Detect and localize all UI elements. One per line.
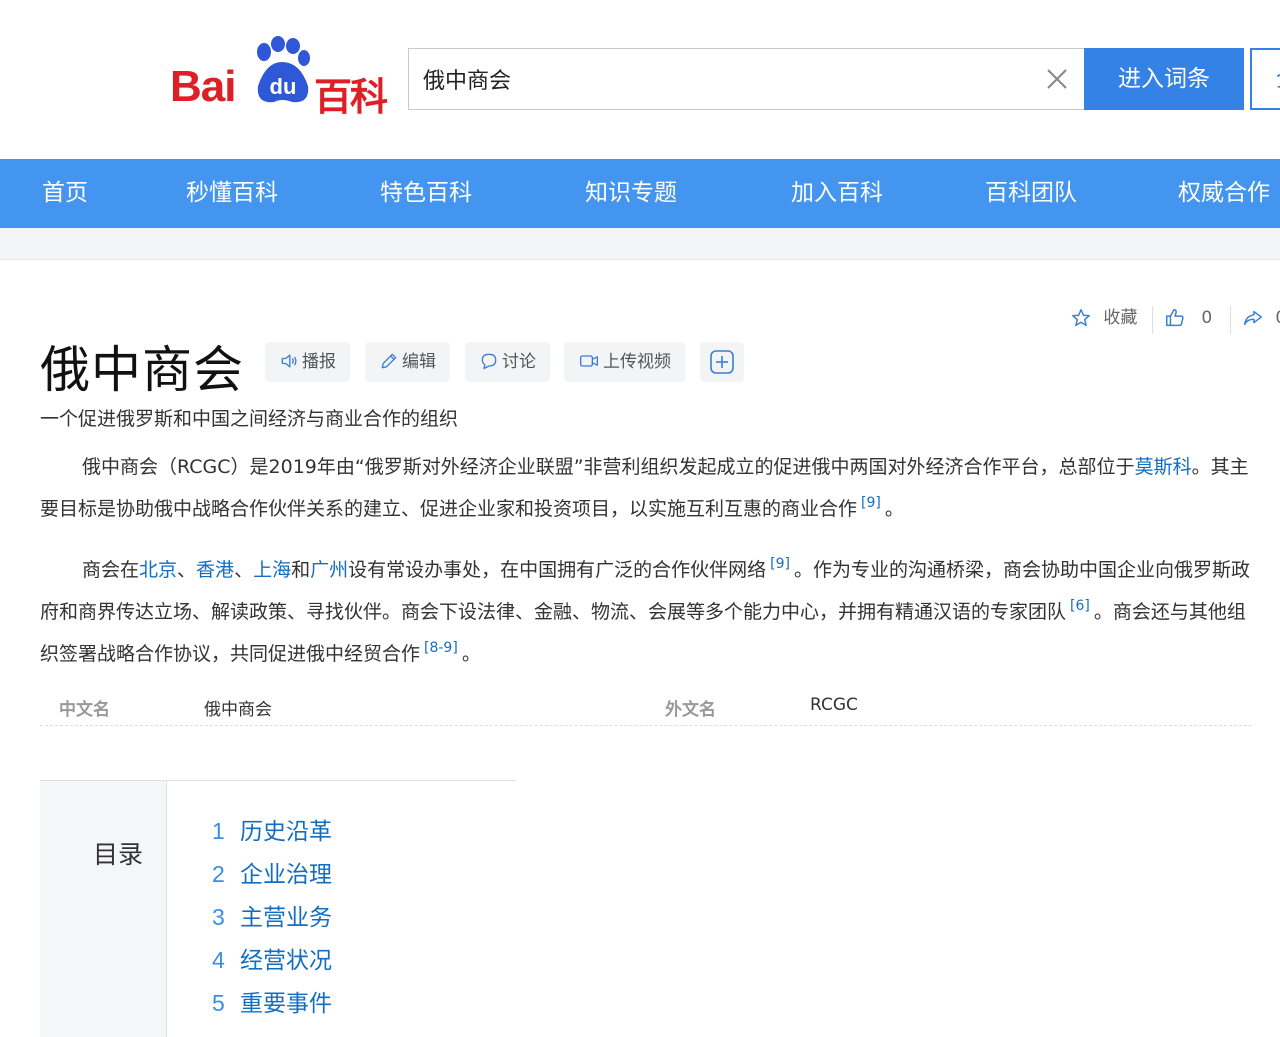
thumbs-up-icon	[1166, 309, 1184, 327]
site-search-button[interactable]: 全站搜索	[1250, 48, 1280, 110]
nav-item-topics[interactable]: 知识专题	[585, 159, 677, 228]
divider	[1230, 306, 1231, 334]
pencil-icon	[381, 353, 397, 369]
reference-link[interactable]: [6]	[1070, 598, 1090, 614]
summary-paragraph-1: 俄中商会（RCGC）是2019年由“俄罗斯对外经济企业联盟”非营利组织发起成立的…	[40, 449, 1250, 527]
enter-entry-button[interactable]: 进入词条	[1084, 48, 1244, 110]
toc-item[interactable]: 1 历史沿革	[212, 812, 332, 846]
toc-item-label: 主营业务	[240, 905, 332, 931]
more-actions-button[interactable]	[700, 342, 744, 382]
clear-icon[interactable]	[1045, 67, 1069, 91]
basic-info-row: 中文名 俄中商会 外文名 RCGC	[40, 686, 1252, 726]
toc-item-number: 4	[212, 947, 225, 973]
toc-item-number: 3	[212, 904, 225, 930]
link-shanghai[interactable]: 上海	[253, 559, 291, 581]
info-value-foreign-name: RCGC	[810, 695, 858, 715]
discuss-label: 讨论	[502, 352, 536, 372]
nav-item-miaodong[interactable]: 秒懂百科	[186, 159, 278, 228]
toc-item[interactable]: 2 企业治理	[212, 855, 332, 889]
summary-paragraph-2: 商会在北京、香港、上海和广州设有常设办事处，在中国拥有广泛的合作伙伴网络 [9]。…	[40, 546, 1250, 672]
paragraph-text: 俄中商会（RCGC）是2019年由“俄罗斯对外经济企业联盟”非营利组织发起成立的…	[82, 456, 1135, 478]
logo-baike-text: 百科	[314, 75, 388, 119]
favorite-label: 收藏	[1103, 308, 1138, 328]
main-nav: 首页 秒懂百科 特色百科 知识专题 加入百科 百科团队 权威合作	[0, 159, 1280, 228]
nav-item-join[interactable]: 加入百科	[791, 159, 883, 228]
paragraph-text: 。	[884, 498, 904, 520]
star-icon	[1072, 309, 1090, 327]
edit-button[interactable]: 编辑	[365, 342, 450, 382]
info-label-chinese-name: 中文名	[59, 700, 110, 720]
broadcast-label: 播报	[302, 352, 336, 372]
like-count: 0	[1201, 308, 1213, 328]
nav-item-authority[interactable]: 权威合作	[1178, 159, 1270, 228]
share-icon	[1244, 310, 1262, 326]
toc-item-number: 5	[212, 990, 225, 1016]
paragraph-text: 、	[234, 559, 254, 581]
toc-item-label: 重要事件	[240, 991, 332, 1017]
toc-item-label: 历史沿革	[240, 819, 332, 845]
video-camera-icon	[580, 355, 598, 367]
broadcast-button[interactable]: 播报	[265, 342, 350, 382]
like-button[interactable]: 0	[1164, 304, 1212, 334]
toc-item[interactable]: 5 重要事件	[212, 984, 332, 1018]
info-label-foreign-name: 外文名	[665, 700, 716, 720]
toc-item[interactable]: 4 经营状况	[212, 941, 332, 975]
toc-title: 目录	[93, 840, 144, 869]
share-button[interactable]: 0	[1242, 304, 1280, 334]
toc-item[interactable]: 3 主营业务	[212, 898, 332, 932]
info-value-chinese-name: 俄中商会	[204, 700, 272, 720]
logo-bai-text: Bai	[170, 62, 236, 111]
header: Bai du 百科 进入词条 全站搜索	[0, 0, 1280, 159]
share-count: 0	[1275, 308, 1280, 328]
paragraph-text: 设有常设办事处，在中国拥有广泛的合作伙伴网络	[348, 559, 767, 581]
page-title: 俄中商会	[40, 341, 244, 399]
sub-bar	[0, 228, 1280, 260]
link-moscow[interactable]: 莫斯科	[1135, 456, 1192, 478]
nav-item-team[interactable]: 百科团队	[985, 159, 1077, 228]
edit-label: 编辑	[402, 352, 436, 372]
nav-item-home[interactable]: 首页	[42, 159, 88, 228]
paragraph-text: 、	[177, 559, 197, 581]
plus-icon	[710, 350, 734, 374]
page-subtitle: 一个促进俄罗斯和中国之间经济与商业合作的组织	[40, 408, 459, 430]
reference-link[interactable]: [8-9]	[424, 640, 458, 656]
paragraph-text: 商会在	[82, 559, 140, 581]
reference-link[interactable]: [9]	[861, 495, 881, 511]
toc-item-number: 1	[212, 818, 225, 844]
favorite-button[interactable]: 收藏	[1070, 304, 1137, 334]
nav-item-featured[interactable]: 特色百科	[380, 159, 472, 228]
paragraph-text: 和	[291, 559, 311, 581]
link-beijing[interactable]: 北京	[139, 559, 177, 581]
reference-link[interactable]: [9]	[770, 556, 790, 572]
toc-item-number: 2	[212, 861, 225, 887]
toc-item-label: 企业治理	[240, 862, 332, 888]
toc-item-label: 经营状况	[240, 948, 332, 974]
chat-bubble-icon	[481, 353, 497, 370]
baidu-baike-logo[interactable]: Bai du 百科	[170, 36, 395, 119]
search-input[interactable]	[423, 49, 1023, 109]
divider	[1152, 306, 1153, 334]
upload-video-button[interactable]: 上传视频	[564, 342, 685, 382]
link-hongkong[interactable]: 香港	[196, 559, 234, 581]
link-guangzhou[interactable]: 广州	[310, 559, 348, 581]
paw-icon: du	[257, 36, 310, 103]
discuss-button[interactable]: 讨论	[465, 342, 550, 382]
speaker-icon	[281, 354, 297, 368]
toc-header: 目录	[40, 781, 167, 1037]
table-of-contents: 目录 1 历史沿革 2 企业治理 3 主营业务 4 经营状况 5 重要事件	[40, 780, 516, 1037]
search-box	[408, 48, 1085, 110]
logo-du-text: du	[270, 74, 297, 99]
upload-video-label: 上传视频	[603, 352, 671, 372]
paragraph-text: 。	[461, 643, 481, 665]
